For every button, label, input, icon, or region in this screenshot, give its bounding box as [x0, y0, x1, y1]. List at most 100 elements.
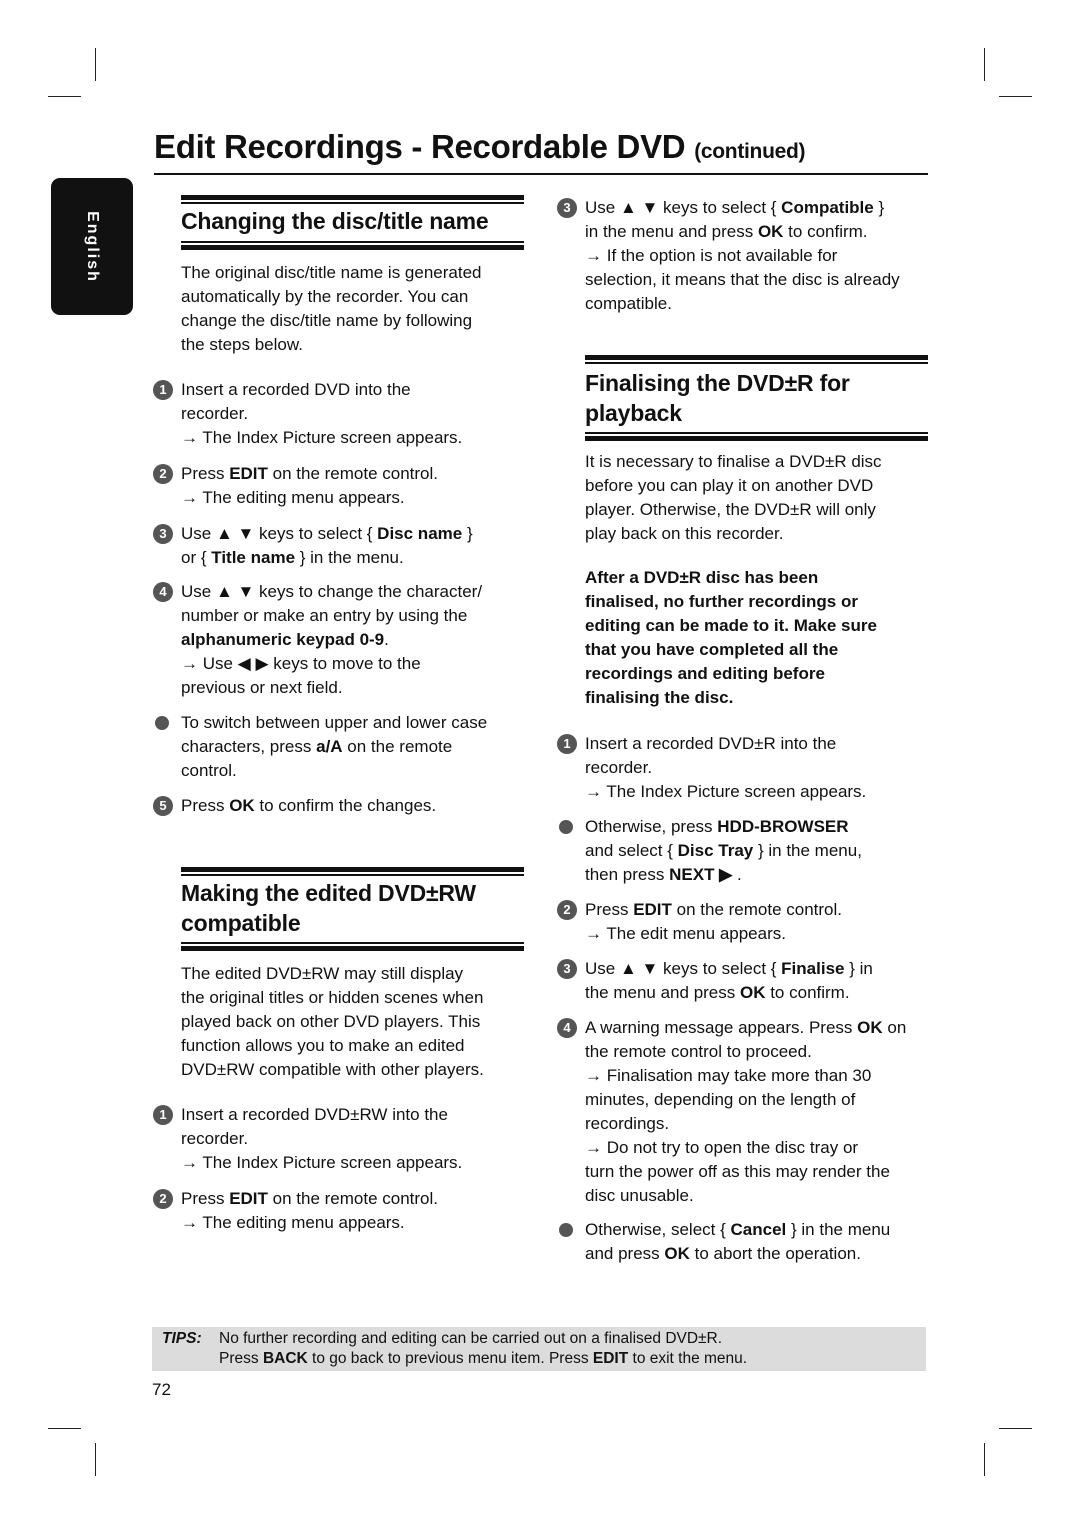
step-number-icon: 1 [153, 380, 173, 400]
bullet-icon [155, 716, 169, 730]
bold-text: Compatible [781, 198, 874, 217]
text-line: player. Otherwise, the DVD±R will only [585, 500, 876, 519]
heading-rule-bottom [585, 432, 928, 441]
text-line: DVD±RW compatible with other players. [181, 1060, 484, 1079]
step-3: 3 Use ▲ ▼ keys to select { Disc name } or … [153, 522, 541, 570]
step-number-icon: 3 [557, 198, 577, 218]
heading-rule-bottom [181, 942, 524, 951]
text-line: alphanumeric keypad 0-9. [181, 628, 541, 652]
section-heading-finalising: Finalising the DVD±R for playback [585, 368, 850, 428]
text-line: Use ▲ ▼ keys to change the character/ [181, 582, 483, 601]
heading-line: compatible [181, 910, 301, 936]
text-line: → Finalisation may take more than 30 [585, 1066, 872, 1085]
text: to abort the operation. [689, 1244, 861, 1263]
bold-text: BACK [262, 1350, 308, 1367]
text-line: in the menu and press OK to confirm. [585, 220, 945, 244]
bold-text: Finalise [781, 959, 845, 978]
text: on the remote [342, 737, 453, 756]
text: Otherwise, select { [585, 1220, 731, 1239]
page-title: Edit Recordings - Recordable DVD (contin… [154, 128, 806, 166]
tips-label: TIPS: [162, 1330, 202, 1347]
bold-text: that you have completed all the [585, 640, 839, 659]
text: to confirm. [783, 222, 868, 241]
text-line: or { Title name } in the menu. [181, 546, 541, 570]
text-line: finalised, no further recordings or [585, 590, 945, 614]
page-number: 72 [152, 1380, 171, 1399]
heading-rule-top [585, 355, 928, 364]
language-tab-label: English [84, 210, 101, 283]
step-1: 1 Insert a recorded DVD into the recorder.… [153, 378, 541, 450]
text: } in the menu [786, 1220, 891, 1239]
bold-text: Cancel [730, 1220, 787, 1239]
text-line: disc unusable. [585, 1186, 694, 1205]
step-2: 2 Press EDIT on the remote control. → The … [153, 1187, 541, 1235]
text-line: → Do not try to open the disc tray or [585, 1138, 859, 1157]
text: Press [585, 900, 634, 919]
text: to go back to previous menu item. Press [307, 1350, 593, 1367]
text: Press [181, 464, 230, 483]
tips-line: No further recording and editing can be … [219, 1329, 747, 1349]
text: and select { [585, 841, 678, 860]
text-line: selection, it means that the disc is alr… [585, 270, 900, 289]
crop-mark [48, 1428, 81, 1429]
step-number-icon: 4 [153, 582, 173, 602]
step-3: 3 Use ▲ ▼ keys to select { Finalise } in t… [557, 957, 945, 1005]
text: } in [844, 959, 873, 978]
text-line: recorder. [585, 758, 653, 777]
text: Use ▲ ▼ keys to select { [585, 959, 782, 978]
text-line: editing can be made to it. Make sure [585, 614, 945, 638]
crop-mark [48, 96, 81, 97]
text: } [873, 198, 885, 217]
warning-paragraph: After a DVD±R disc has been finalised, no… [585, 566, 945, 710]
intro-paragraph: It is necessary to finalise a DVD±R disc… [585, 450, 945, 546]
text-line: Press EDIT on the remote control. [585, 898, 945, 922]
page-title-suffix: (continued) [694, 140, 806, 163]
bold-text: OK [739, 983, 766, 1002]
text-line: → The Index Picture screen appears. [585, 782, 867, 801]
heading-line: Finalising the DVD±R for [585, 370, 850, 396]
step-3: 3 Use ▲ ▼ keys to select { Compatible } in… [557, 196, 945, 316]
step-2: 2 Press EDIT on the remote control. → The … [557, 898, 945, 946]
text: and press [585, 1244, 665, 1263]
bold-text: EDIT [229, 464, 268, 483]
text: Press [181, 1189, 230, 1208]
text-line: play back on this recorder. [585, 524, 784, 543]
text-line: function allows you to make an edited [181, 1036, 465, 1055]
text-line: played back on other DVD players. This [181, 1012, 481, 1031]
text-line: → The editing menu appears. [181, 1213, 405, 1232]
text-line: It is necessary to finalise a DVD±R disc [585, 452, 882, 471]
text-line: automatically by the recorder. You can [181, 287, 469, 306]
step-number-icon: 3 [557, 959, 577, 979]
step-4: 4 A warning message appears. Press OK on t… [557, 1016, 945, 1208]
text: Use ▲ ▼ keys to select { [585, 198, 782, 217]
text-line: the remote control to proceed. [585, 1042, 812, 1061]
text-line: Insert a recorded DVD into the [181, 380, 411, 399]
text-line: Otherwise, select { Cancel } in the menu [585, 1218, 945, 1242]
bold-text: OK [757, 222, 784, 241]
tips-line: Press BACK to go back to previous menu i… [219, 1349, 747, 1369]
text: . [384, 630, 389, 649]
bold-text: EDIT [229, 1189, 268, 1208]
bold-text: EDIT [592, 1350, 629, 1367]
step-number-icon: 5 [153, 796, 173, 816]
bold-text: editing can be made to it. Make sure [585, 616, 877, 635]
text-line: recorder. [181, 1129, 249, 1148]
text: in the menu and press [585, 222, 758, 241]
text-line: After a DVD±R disc has been [585, 566, 945, 590]
bold-text: NEXT ▶ [669, 865, 733, 884]
crop-mark [984, 48, 985, 81]
text: or { [181, 548, 212, 567]
bold-text: Disc Tray [677, 841, 754, 860]
step-1: 1 Insert a recorded DVD±R into the recorde… [557, 732, 945, 804]
bold-text: HDD-BROWSER [717, 817, 849, 836]
bold-text: OK [857, 1018, 883, 1037]
text: the menu and press [585, 983, 740, 1002]
text-line: Insert a recorded DVD±RW into the [181, 1105, 448, 1124]
text-line: that you have completed all the [585, 638, 945, 662]
text: characters, press [181, 737, 317, 756]
text-line: Use ▲ ▼ keys to select { Compatible } [585, 196, 945, 220]
text: } in the menu. [295, 548, 404, 567]
text-line: and select { Disc Tray } in the menu, [585, 839, 945, 863]
text-line: Use ▲ ▼ keys to select { Disc name } [181, 522, 541, 546]
step-number-icon: 2 [153, 1189, 173, 1209]
